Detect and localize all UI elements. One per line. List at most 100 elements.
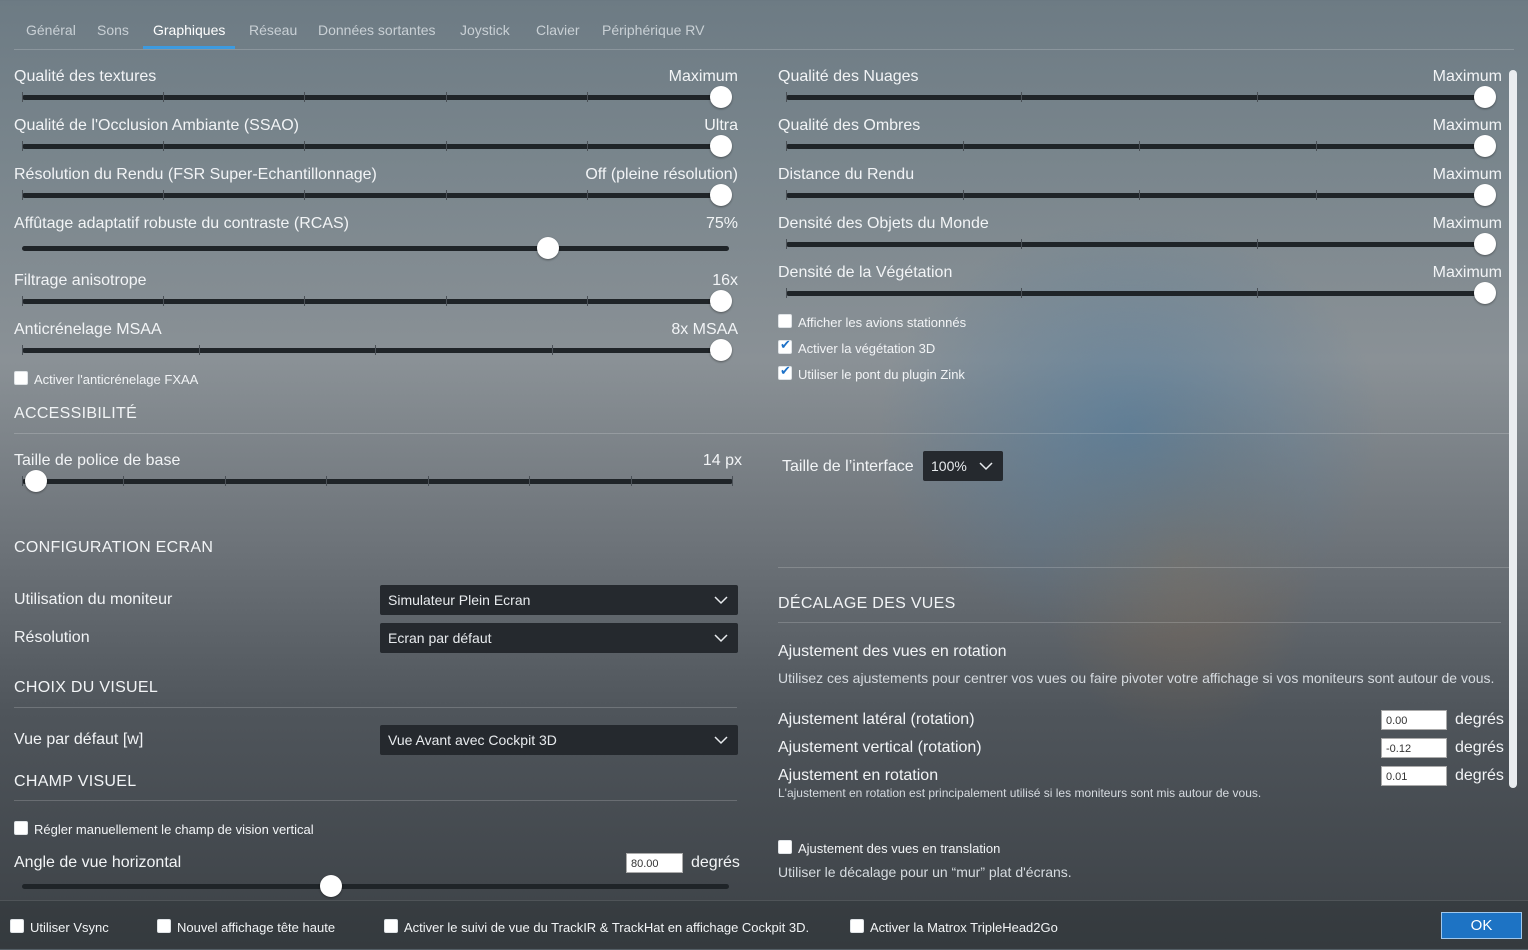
fxaa-checkbox[interactable]	[14, 371, 28, 385]
tab-graphics[interactable]: Graphiques	[153, 22, 225, 38]
monitor-usage-value: Simulateur Plein Ecran	[388, 592, 531, 608]
msaa-slider[interactable]	[22, 339, 732, 361]
slider-knob[interactable]	[1474, 86, 1496, 108]
slider-knob[interactable]	[1474, 233, 1496, 255]
slider-knob[interactable]	[710, 184, 732, 206]
vegetation-density-slider[interactable]	[786, 282, 1496, 304]
rcas-label: Affûtage adaptatif robuste du contraste …	[14, 215, 350, 232]
render-distance-slider[interactable]	[786, 184, 1496, 206]
rotation-adjust-title: Ajustement des vues en rotation	[778, 643, 1007, 660]
vsync-checkbox[interactable]	[10, 919, 24, 933]
default-view-select[interactable]: Vue Avant avec Cockpit 3D	[380, 725, 738, 755]
slider-tick	[586, 141, 588, 151]
msaa-value: 8x MSAA	[671, 321, 738, 338]
vegetation-3d-checkbox[interactable]	[778, 338, 792, 354]
parked-aircraft-checkbox[interactable]	[778, 314, 792, 328]
slider-knob[interactable]	[1474, 184, 1496, 206]
vertical-rotation-input[interactable]: -0.12	[1381, 738, 1447, 758]
slider-knob[interactable]	[25, 470, 47, 492]
render-resolution-value: Off (pleine résolution)	[585, 166, 738, 183]
lateral-rotation-label: Ajustement latéral (rotation)	[778, 711, 975, 728]
tab-keyboard[interactable]: Clavier	[536, 22, 580, 38]
tab-network[interactable]: Réseau	[249, 22, 297, 38]
scrollbar[interactable]	[1509, 70, 1517, 788]
slider-tick	[22, 92, 23, 102]
hud-checkbox[interactable]	[157, 919, 171, 933]
translation-checkbox[interactable]	[778, 840, 792, 854]
base-font-size-label: Taille de police de base	[14, 452, 181, 469]
slider-tick	[445, 141, 447, 151]
ssao-quality-slider[interactable]	[22, 135, 732, 157]
anisotropic-label: Filtrage anisotrope	[14, 272, 147, 289]
slider-tick	[786, 190, 787, 200]
slider-tick	[1256, 239, 1258, 249]
world-objects-value: Maximum	[1432, 215, 1502, 232]
slider-tick	[586, 296, 588, 306]
horizontal-fov-slider[interactable]	[22, 875, 729, 897]
vsync-label: Utiliser Vsync	[30, 920, 109, 935]
vegetation-density-label: Densité de la Végétation	[778, 264, 953, 281]
tab-joystick[interactable]: Joystick	[460, 22, 510, 38]
slider-tick	[163, 190, 165, 200]
chevron-down-icon	[714, 596, 728, 605]
cloud-quality-slider[interactable]	[786, 86, 1496, 108]
rotation-adjust-desc: Utilisez ces ajustements pour centrer vo…	[778, 670, 1495, 686]
slider-knob[interactable]	[537, 237, 560, 259]
slider-tick	[732, 476, 733, 486]
monitor-usage-select[interactable]: Simulateur Plein Ecran	[380, 585, 738, 615]
tab-data-output[interactable]: Données sortantes	[318, 22, 436, 38]
slider-knob[interactable]	[1474, 282, 1496, 304]
world-objects-slider[interactable]	[786, 233, 1496, 255]
zink-plugin-checkbox[interactable]	[778, 364, 792, 380]
ui-scale-select[interactable]: 100%	[923, 451, 1003, 481]
trackir-checkbox[interactable]	[384, 919, 398, 933]
screen-config-divider	[778, 567, 1510, 568]
ok-button[interactable]: OK	[1441, 912, 1522, 939]
matrox-checkbox[interactable]	[850, 919, 864, 933]
slider-knob[interactable]	[710, 290, 732, 312]
slider-tick	[375, 345, 376, 355]
vegetation-3d-label: Activer la végétation 3D	[798, 341, 936, 356]
tab-vr-device[interactable]: Périphérique RV	[602, 22, 704, 38]
horizontal-fov-input[interactable]: 80.00	[626, 853, 683, 873]
slider-knob[interactable]	[710, 339, 732, 361]
resolution-select[interactable]: Ecran par défaut	[380, 623, 738, 653]
slider-tick	[786, 288, 787, 298]
roll-rotation-input[interactable]: 0.01	[1381, 766, 1447, 786]
slider-tick	[198, 345, 200, 355]
manual-fov-checkbox[interactable]	[14, 821, 28, 835]
accessibility-heading: ACCESSIBILITÉ	[14, 405, 138, 422]
slider-tick	[304, 296, 306, 306]
lateral-rotation-unit: degrés	[1455, 711, 1504, 728]
lateral-rotation-input[interactable]: 0.00	[1381, 710, 1447, 730]
matrox-label: Activer la Matrox TripleHead2Go	[870, 920, 1058, 935]
slider-tick	[163, 92, 165, 102]
rcas-slider[interactable]	[22, 237, 729, 259]
slider-tick	[1021, 92, 1023, 102]
trackir-label: Activer le suivi de vue du TrackIR & Tra…	[404, 920, 810, 935]
tab-general[interactable]: Général	[26, 22, 76, 38]
slider-knob[interactable]	[1474, 135, 1496, 157]
slider-knob[interactable]	[319, 875, 342, 897]
base-font-size-slider[interactable]	[22, 470, 733, 492]
anisotropic-slider[interactable]	[22, 290, 732, 312]
slider-knob[interactable]	[710, 135, 732, 157]
view-offset-divider	[778, 622, 1501, 623]
slider-tick	[1256, 288, 1258, 298]
slider-tick	[445, 190, 447, 200]
default-view-value: Vue Avant avec Cockpit 3D	[388, 732, 557, 748]
hud-label: Nouvel affichage tête haute	[177, 920, 336, 935]
slider-knob[interactable]	[710, 86, 732, 108]
slider-tick	[962, 190, 964, 200]
texture-quality-slider[interactable]	[22, 86, 732, 108]
shadow-quality-slider[interactable]	[786, 135, 1496, 157]
slider-tick	[163, 296, 165, 306]
resolution-label: Résolution	[14, 629, 90, 646]
tab-sounds[interactable]: Sons	[97, 22, 129, 38]
render-resolution-slider[interactable]	[22, 184, 732, 206]
anisotropic-value: 16x	[712, 272, 738, 289]
slider-tick	[304, 190, 306, 200]
zink-plugin-label: Utiliser le pont du plugin Zink	[798, 367, 965, 382]
slider-tick	[551, 345, 553, 355]
render-distance-label: Distance du Rendu	[778, 166, 915, 183]
